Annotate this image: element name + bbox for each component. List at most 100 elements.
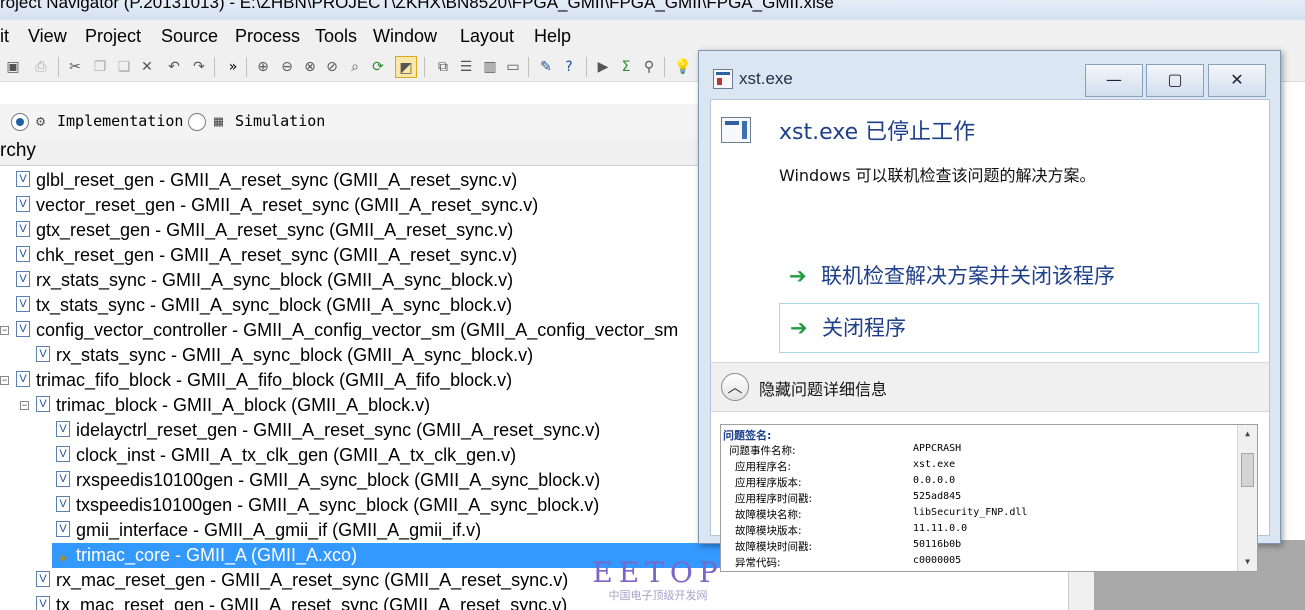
verilog-file-icon: V: [16, 246, 30, 263]
maximize-button[interactable]: ▢: [1146, 64, 1204, 97]
menu-tools[interactable]: Tools: [315, 26, 357, 47]
hide-details-label[interactable]: 隐藏问题详细信息: [759, 376, 887, 400]
dialog-title: xst.exe: [739, 69, 793, 88]
menu-source[interactable]: Source: [161, 26, 218, 47]
wrench-icon[interactable]: ✎: [535, 56, 557, 78]
verilog-file-icon: V: [56, 471, 70, 488]
verilog-file-icon: V: [16, 271, 30, 288]
zoom-fit-icon[interactable]: ⊗: [299, 56, 321, 78]
details-scrollbar[interactable]: ▲ ▼: [1237, 425, 1257, 571]
detail-row: 故障模块版本: 11.11.0.0: [735, 523, 967, 539]
detail-value: 525ad845: [913, 491, 962, 502]
run-icon[interactable]: ▶: [592, 56, 614, 78]
paste-icon[interactable]: ❏: [113, 56, 135, 78]
detail-row: 异常代码: c0000005: [735, 555, 961, 571]
tree-row[interactable]: Vclock_inst - GMII_A_tx_clk_gen (GMII_A_…: [56, 443, 516, 468]
chevron-up-icon[interactable]: ︿: [721, 373, 749, 401]
zoom-area-icon[interactable]: ⌕: [344, 56, 366, 78]
scroll-thumb[interactable]: [1241, 453, 1254, 487]
save-all-icon[interactable]: ▣: [2, 56, 24, 78]
tree-row-label: gmii_interface - GMII_A_gmii_if (GMII_A_…: [76, 520, 482, 540]
problem-details-box[interactable]: 问题签名: 问题事件名称: APPCRASH 应用程序名: xst.exe 应用程序…: [720, 424, 1258, 572]
help-pointer-icon[interactable]: ?: [558, 56, 580, 78]
simulation-label[interactable]: Simulation: [235, 112, 325, 130]
toolbar-separator: [528, 57, 529, 77]
verilog-file-icon: V: [56, 496, 70, 513]
tree-row[interactable]: Vtrimac_fifo_block - GMII_A_fifo_block (…: [16, 368, 512, 393]
tree-row[interactable]: Vtxspeedis10100gen - GMII_A_sync_block (…: [56, 493, 599, 518]
tree-row-label: txspeedis10100gen - GMII_A_sync_block (G…: [76, 495, 600, 515]
close-button[interactable]: ✕: [1208, 64, 1266, 97]
tree-row[interactable]: Vvector_reset_gen - GMII_A_reset_sync (G…: [16, 193, 538, 218]
tree-row[interactable]: Vtrimac_block - GMII_A_block (GMII_A_blo…: [36, 393, 430, 418]
tree-row[interactable]: Vtx_mac_reset_gen - GMII_A_reset_sync (G…: [36, 593, 567, 610]
tree-row[interactable]: Videlayctrl_reset_gen - GMII_A_reset_syn…: [56, 418, 600, 443]
menu-layout[interactable]: Layout: [460, 26, 514, 47]
toolbar-overflow-icon[interactable]: »: [222, 56, 244, 78]
menu-help[interactable]: Help: [534, 26, 571, 47]
close-program-option[interactable]: ➔ 关闭程序: [779, 303, 1259, 353]
watermark-brand: EETOP: [592, 556, 724, 589]
detail-row: 应用程序版本: 0.0.0.0: [735, 475, 955, 491]
menu-view[interactable]: View: [28, 26, 67, 47]
tree-row[interactable]: Vconfig_vector_controller - GMII_A_confi…: [16, 318, 678, 343]
collapse-toggle-icon[interactable]: −: [0, 376, 9, 385]
tree-row[interactable]: Vchk_reset_gen - GMII_A_reset_sync (GMII…: [16, 243, 517, 268]
verilog-file-icon: V: [16, 171, 30, 188]
implementation-radio[interactable]: [11, 113, 29, 131]
scroll-up-icon[interactable]: ▲: [1238, 425, 1257, 443]
delete-icon[interactable]: ✕: [136, 56, 158, 78]
menu-edit[interactable]: it: [0, 26, 9, 47]
zoom-in-icon[interactable]: ⊕: [252, 56, 274, 78]
simulation-icon: ▦: [214, 112, 224, 130]
detail-value: 0.0.0.0: [913, 475, 956, 486]
detail-value: libSecurity_FNP.dll: [913, 507, 1028, 518]
tree-row[interactable]: Vrxspeedis10100gen - GMII_A_sync_block (…: [56, 468, 600, 493]
scroll-down-icon[interactable]: ▼: [1238, 553, 1257, 571]
verilog-file-icon: V: [36, 346, 50, 363]
window-icon[interactable]: ▭: [502, 56, 524, 78]
tree-row[interactable]: Vrx_stats_sync - GMII_A_sync_block (GMII…: [36, 343, 533, 368]
tree-row-label: chk_reset_gen - GMII_A_reset_sync (GMII_…: [36, 245, 518, 265]
menu-project[interactable]: Project: [85, 26, 141, 47]
tree-row[interactable]: Vgtx_reset_gen - GMII_A_reset_sync (GMII…: [16, 218, 513, 243]
tree-row[interactable]: Vrx_mac_reset_gen - GMII_A_reset_sync (G…: [36, 568, 568, 593]
menu-window[interactable]: Window: [373, 26, 437, 47]
tree-row[interactable]: Vtx_stats_sync - GMII_A_sync_block (GMII…: [16, 293, 512, 318]
redo-icon[interactable]: ↷: [188, 56, 210, 78]
design-summary-icon[interactable]: ◩: [395, 56, 417, 78]
collapse-toggle-icon[interactable]: −: [20, 401, 29, 410]
minimize-button[interactable]: —: [1085, 64, 1143, 97]
implementation-label[interactable]: Implementation: [57, 112, 183, 130]
cut-icon[interactable]: ✂: [64, 56, 86, 78]
tree-row-label: tx_mac_reset_gen - GMII_A_reset_sync (GM…: [56, 595, 568, 610]
tree-row[interactable]: Vglbl_reset_gen - GMII_A_reset_sync (GMI…: [16, 168, 517, 193]
verilog-file-icon: V: [56, 446, 70, 463]
menu-process[interactable]: Process: [235, 26, 300, 47]
toolbar-separator: [586, 57, 587, 77]
tree-row[interactable]: Vrx_stats_sync - GMII_A_sync_block (GMII…: [16, 268, 513, 293]
implementation-gear-icon: ⚙: [36, 112, 46, 130]
simulation-radio[interactable]: [188, 113, 206, 131]
undo-icon[interactable]: ↶: [163, 56, 185, 78]
probe-icon[interactable]: ⚲: [638, 56, 660, 78]
verilog-file-icon: V: [16, 221, 30, 238]
refresh-icon[interactable]: ⟳: [367, 56, 389, 78]
zoom-full-icon[interactable]: ⊘: [321, 56, 343, 78]
xst-error-dialog: xst.exe — ▢ ✕ xst.exe 已停止工作 Windows 可以联机…: [698, 50, 1281, 572]
tile-vertical-icon[interactable]: ▥: [479, 56, 501, 78]
check-online-option[interactable]: ➔ 联机检查解决方案并关闭该程序: [779, 252, 1259, 302]
sigma-icon[interactable]: Σ: [615, 56, 637, 78]
tile-horizontal-icon[interactable]: ☰: [455, 56, 477, 78]
window-title: roject Navigator (P.20131013) - E:\ZHBN\…: [0, 0, 834, 12]
print-icon[interactable]: ⎙: [30, 56, 52, 78]
copy-icon[interactable]: ❐: [89, 56, 111, 78]
cascade-icon[interactable]: ⧉: [432, 56, 454, 78]
details-toggle-bar[interactable]: ︿ 隐藏问题详细信息: [711, 362, 1269, 412]
zoom-out-icon[interactable]: ⊖: [276, 56, 298, 78]
application-icon: [713, 69, 733, 89]
lightbulb-icon[interactable]: 💡: [672, 56, 694, 78]
collapse-toggle-icon[interactable]: −: [0, 326, 9, 335]
tree-row[interactable]: Vgmii_interface - GMII_A_gmii_if (GMII_A…: [56, 518, 481, 543]
ip-core-icon: ✦: [57, 551, 69, 567]
